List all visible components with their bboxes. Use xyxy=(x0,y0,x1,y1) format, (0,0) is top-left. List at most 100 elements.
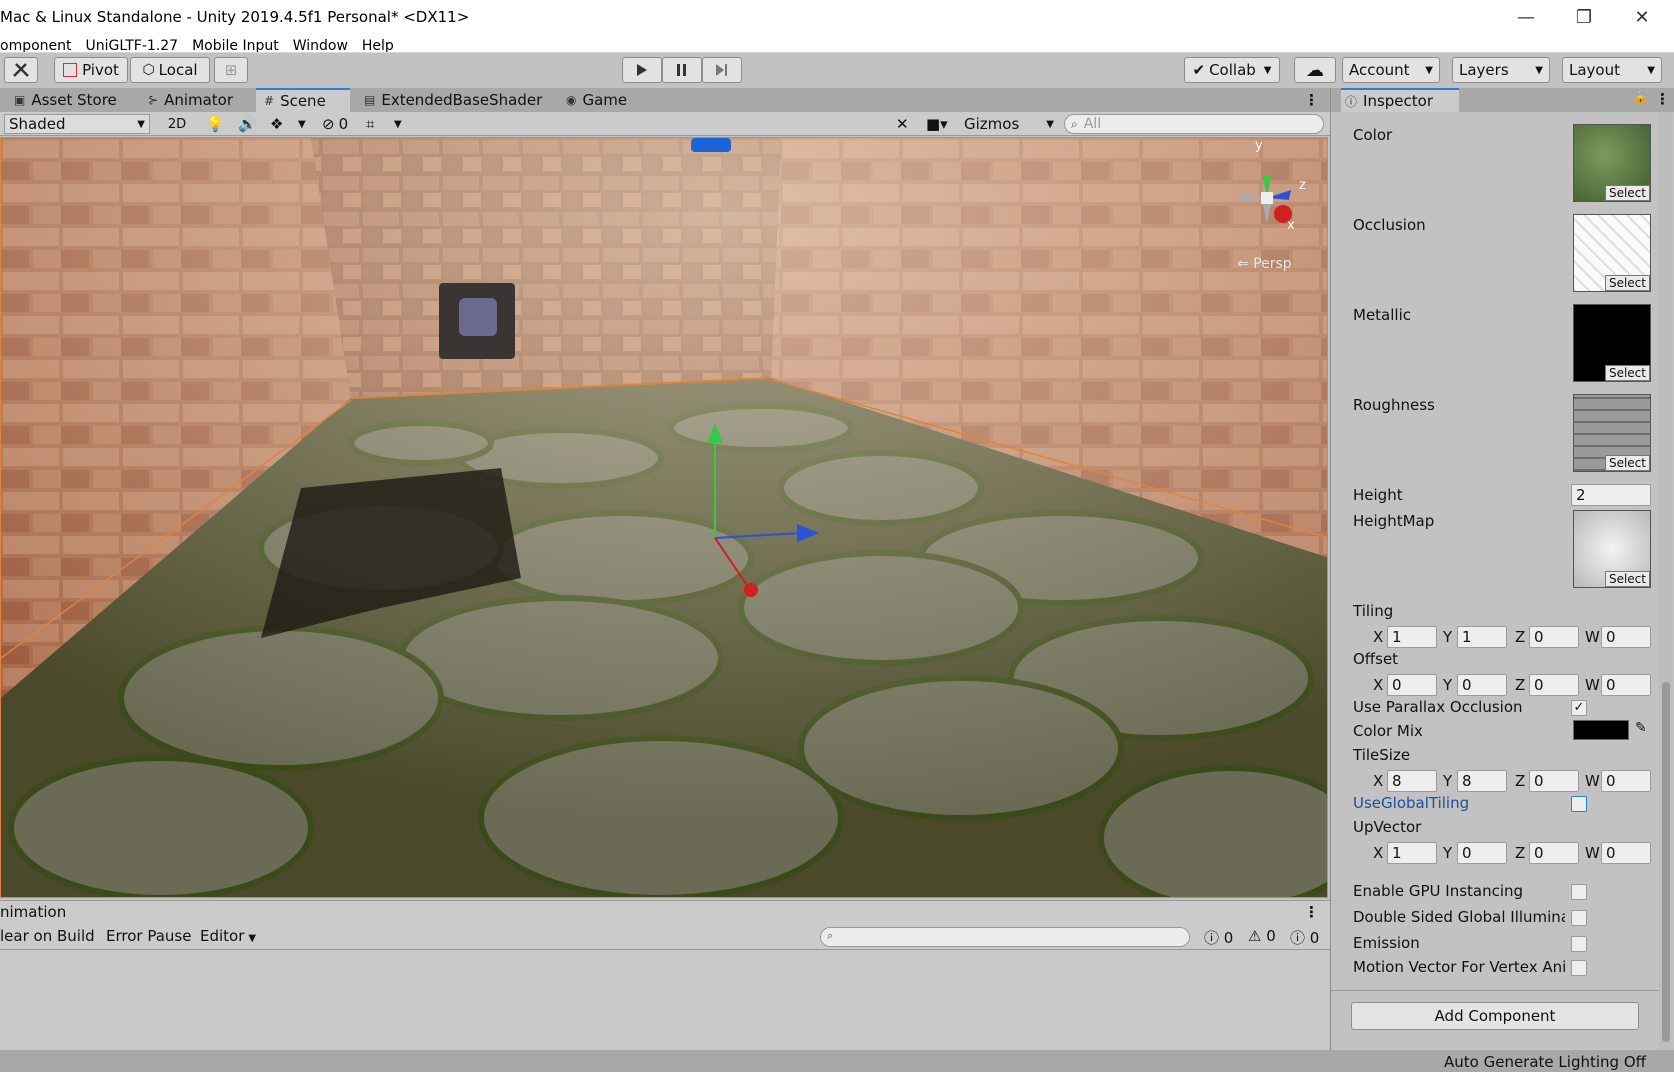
color-mix-swatch[interactable] xyxy=(1573,720,1629,740)
axis-w-label: W xyxy=(1585,772,1600,790)
scene-grid-icon: # xyxy=(264,94,275,108)
add-component-button[interactable]: Add Component xyxy=(1351,1002,1639,1030)
lock-icon[interactable]: 🔒 xyxy=(1633,90,1648,104)
error-count[interactable]: ⓘ 0 xyxy=(1204,927,1233,948)
account-dropdown[interactable]: Account ▼ xyxy=(1342,57,1440,83)
audio-icon[interactable]: 🔊 xyxy=(238,114,258,134)
upvector-x-field[interactable]: 1 xyxy=(1387,842,1437,864)
scene-render xyxy=(1,138,1327,897)
select-button[interactable]: Select xyxy=(1604,571,1650,587)
effects-icon[interactable]: ❖ xyxy=(270,114,290,134)
camera-icon[interactable]: ■▾ xyxy=(926,114,960,134)
error-icon: ⓘ xyxy=(1204,929,1220,947)
2d-toggle[interactable]: 2D xyxy=(160,114,194,134)
select-button[interactable]: Select xyxy=(1604,275,1650,291)
heightmap-texture-slot[interactable]: Select xyxy=(1573,510,1651,588)
tab-inspector[interactable]: ⓘ Inspector xyxy=(1341,88,1459,112)
grid-icon[interactable]: ⌗ xyxy=(366,114,386,134)
maximize-button[interactable]: ❐ xyxy=(1556,0,1612,34)
offset-y-field[interactable]: 0 xyxy=(1457,674,1507,696)
upvector-w-field[interactable]: 0 xyxy=(1601,842,1651,864)
chevron-down-icon[interactable]: ▼ xyxy=(298,114,314,134)
use-global-tiling-checkbox[interactable] xyxy=(1571,796,1587,812)
offset-x-field[interactable]: 0 xyxy=(1387,674,1437,696)
cloud-button[interactable]: ☁ xyxy=(1294,57,1336,83)
emission-checkbox[interactable] xyxy=(1571,936,1587,952)
tab-extendedbaseshader[interactable]: ▤ ExtendedBaseShader xyxy=(360,88,554,112)
layout-label: Layout xyxy=(1569,61,1620,79)
local-button[interactable]: ⬡ Local xyxy=(130,57,210,83)
animation-tab[interactable]: nimation xyxy=(0,903,66,921)
message-count[interactable]: ⓘ 0 xyxy=(1290,927,1319,948)
layers-dropdown[interactable]: Layers ▼ xyxy=(1452,57,1550,83)
motion-vector-checkbox[interactable] xyxy=(1571,960,1587,976)
axis-x-label: x xyxy=(1287,218,1295,233)
color-texture-slot[interactable]: Select xyxy=(1573,124,1651,202)
tilesize-z-field[interactable]: 0 xyxy=(1529,770,1579,792)
collab-button[interactable]: ✔ Collab ▼ xyxy=(1184,57,1280,83)
chevron-down-icon[interactable]: ▼ xyxy=(394,114,410,134)
double-sided-gi-checkbox[interactable] xyxy=(1571,910,1587,926)
play-button[interactable] xyxy=(622,57,662,83)
tiling-x-field[interactable]: 1 xyxy=(1387,626,1437,648)
tilesize-x-field[interactable]: 8 xyxy=(1387,770,1437,792)
tools-icon[interactable]: ✕ xyxy=(896,114,916,134)
scene-viewport[interactable]: y z x ⇐ Persp xyxy=(0,137,1328,898)
gpu-instancing-checkbox[interactable] xyxy=(1571,884,1587,900)
pause-button[interactable] xyxy=(662,57,702,83)
editor-dropdown[interactable]: Editor ▼ xyxy=(200,927,256,945)
height-field[interactable]: 2 xyxy=(1571,484,1651,506)
select-button[interactable]: Select xyxy=(1604,455,1650,471)
shader-icon: ▤ xyxy=(364,93,376,107)
shading-mode-dropdown[interactable]: Shaded ▼ xyxy=(4,114,150,134)
warning-count[interactable]: ⚠ 0 xyxy=(1248,927,1276,945)
tab-label: Scene xyxy=(280,92,326,110)
upvector-y-field[interactable]: 0 xyxy=(1457,842,1507,864)
offset-label: Offset xyxy=(1353,650,1399,668)
step-button[interactable] xyxy=(702,57,742,83)
offset-w-field[interactable]: 0 xyxy=(1601,674,1651,696)
more-menu-icon[interactable]: ⋮ xyxy=(1304,903,1319,921)
upvector-z-field[interactable]: 0 xyxy=(1529,842,1579,864)
tab-game[interactable]: ◉ Game xyxy=(566,88,656,112)
tools-icon[interactable] xyxy=(4,57,38,83)
lighting-icon[interactable]: 💡 xyxy=(206,114,226,134)
axis-z-label: Z xyxy=(1515,772,1526,790)
tilesize-y-field[interactable]: 8 xyxy=(1457,770,1507,792)
projection-label[interactable]: ⇐ Persp xyxy=(1237,256,1292,272)
gizmos-dropdown[interactable]: Gizmos ▼ xyxy=(964,114,1058,134)
metallic-label: Metallic xyxy=(1353,306,1411,324)
minimize-button[interactable]: — xyxy=(1498,0,1554,34)
more-menu-icon[interactable]: ⋮ xyxy=(1655,90,1670,108)
scrollbar-thumb[interactable] xyxy=(1662,682,1670,1042)
tilesize-w-field[interactable]: 0 xyxy=(1601,770,1651,792)
tab-animator[interactable]: ⊱ Animator xyxy=(146,88,256,112)
pivot-button[interactable]: Pivot xyxy=(54,57,128,83)
snap-icon[interactable]: ⊞ xyxy=(214,57,248,83)
clear-on-build-toggle[interactable]: lear on Build xyxy=(0,927,95,945)
more-menu-icon[interactable]: ⋮ xyxy=(1304,88,1319,112)
tiling-z-field[interactable]: 0 xyxy=(1529,626,1579,648)
metallic-texture-slot[interactable]: Select xyxy=(1573,304,1651,382)
close-button[interactable]: ✕ xyxy=(1614,0,1670,34)
layout-dropdown[interactable]: Layout ▼ xyxy=(1562,57,1662,83)
use-parallax-checkbox[interactable]: ✓ xyxy=(1571,700,1587,716)
roughness-texture-slot[interactable]: Select xyxy=(1573,394,1651,472)
tab-scene[interactable]: # Scene xyxy=(256,88,350,112)
tiling-w-field[interactable]: 0 xyxy=(1601,626,1651,648)
console-search-input[interactable]: ⌕ xyxy=(820,927,1190,947)
eyedropper-icon[interactable]: ✎ xyxy=(1635,720,1647,736)
offset-z-field[interactable]: 0 xyxy=(1529,674,1579,696)
select-button[interactable]: Select xyxy=(1604,365,1650,381)
tab-asset-store[interactable]: ▣ Asset Store xyxy=(10,88,146,112)
error-pause-toggle[interactable]: Error Pause xyxy=(106,927,191,945)
heightmap-label: HeightMap xyxy=(1353,512,1435,530)
chevron-down-icon: ▼ xyxy=(1046,118,1054,130)
scene-search-input[interactable]: ⌕ All xyxy=(1064,114,1324,134)
tiling-y-field[interactable]: 1 xyxy=(1457,626,1507,648)
occlusion-texture-slot[interactable]: Select xyxy=(1573,214,1651,292)
layers-label: Layers xyxy=(1459,61,1509,79)
inspector-scrollbar[interactable] xyxy=(1659,112,1673,1050)
select-button[interactable]: Select xyxy=(1604,185,1650,201)
hidden-objects-toggle[interactable]: ⊘ 0 xyxy=(322,114,358,134)
